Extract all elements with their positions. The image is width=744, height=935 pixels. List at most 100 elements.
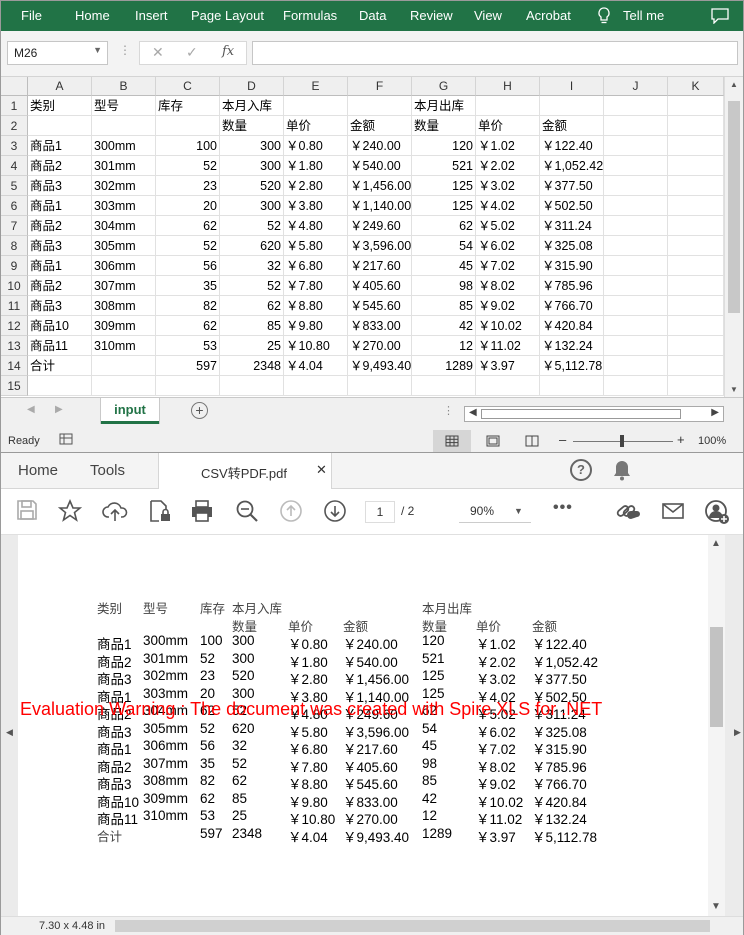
cell-f13[interactable]: ￥270.00	[348, 336, 412, 356]
cell-a2[interactable]	[28, 116, 92, 136]
cell-f3[interactable]: ￥240.00	[348, 136, 412, 156]
cell-f15[interactable]	[348, 376, 412, 396]
cell-d4[interactable]: 300	[220, 156, 284, 176]
column-header-d[interactable]: D	[220, 77, 284, 96]
row-header-4[interactable]: 4	[1, 156, 28, 176]
cell-j4[interactable]	[604, 156, 668, 176]
next-sheet-icon[interactable]: ▶	[55, 404, 63, 415]
cell-h15[interactable]	[476, 376, 540, 396]
cell-h9[interactable]: ￥7.02	[476, 256, 540, 276]
column-header-b[interactable]: B	[92, 77, 156, 96]
tab-insert[interactable]: Insert	[135, 8, 168, 23]
cell-j1[interactable]	[604, 96, 668, 116]
row-header-9[interactable]: 9	[1, 256, 28, 276]
cell-d8[interactable]: 620	[220, 236, 284, 256]
tab-home[interactable]: Home	[75, 8, 110, 23]
cell-g10[interactable]: 98	[412, 276, 476, 296]
cell-e13[interactable]: ￥10.80	[284, 336, 348, 356]
prev-sheet-icon[interactable]: ◀	[27, 404, 35, 415]
chevron-down-icon[interactable]: ▼	[93, 45, 102, 55]
cell-k13[interactable]	[668, 336, 724, 356]
row-header-11[interactable]: 11	[1, 296, 28, 316]
cell-c7[interactable]: 62	[156, 216, 220, 236]
zoom-out-icon[interactable]: –	[559, 432, 566, 447]
column-header-f[interactable]: F	[348, 77, 412, 96]
cell-e15[interactable]	[284, 376, 348, 396]
cell-b15[interactable]	[92, 376, 156, 396]
cell-h12[interactable]: ￥10.02	[476, 316, 540, 336]
cell-g14[interactable]: 1289	[412, 356, 476, 376]
cell-g5[interactable]: 125	[412, 176, 476, 196]
horizontal-scrollbar[interactable]: ◀ ▶	[464, 406, 724, 422]
cell-b10[interactable]: 307mm	[92, 276, 156, 296]
cell-a5[interactable]: 商品3	[28, 176, 92, 196]
cell-e9[interactable]: ￥6.80	[284, 256, 348, 276]
cell-f5[interactable]: ￥1,456.00	[348, 176, 412, 196]
cell-h13[interactable]: ￥11.02	[476, 336, 540, 356]
cell-a1[interactable]: 类别	[28, 96, 92, 116]
cell-k8[interactable]	[668, 236, 724, 256]
cell-i12[interactable]: ￥420.84	[540, 316, 604, 336]
column-header-e[interactable]: E	[284, 77, 348, 96]
zoom-slider-handle[interactable]	[620, 435, 624, 447]
accessibility-icon[interactable]	[59, 433, 73, 448]
cell-e2[interactable]: 单价	[284, 116, 348, 136]
cell-i8[interactable]: ￥325.08	[540, 236, 604, 256]
cell-i6[interactable]: ￥502.50	[540, 196, 604, 216]
cell-d2[interactable]: 数量	[220, 116, 284, 136]
close-icon[interactable]: ✕	[316, 462, 327, 478]
split-handle-icon[interactable]: ⋮	[443, 404, 454, 417]
cell-c2[interactable]	[156, 116, 220, 136]
cell-b2[interactable]	[92, 116, 156, 136]
cell-i11[interactable]: ￥766.70	[540, 296, 604, 316]
insert-function-icon[interactable]: fx	[222, 44, 234, 59]
cell-h10[interactable]: ￥8.02	[476, 276, 540, 296]
cell-e6[interactable]: ￥3.80	[284, 196, 348, 216]
cell-f7[interactable]: ￥249.60	[348, 216, 412, 236]
cell-b9[interactable]: 306mm	[92, 256, 156, 276]
upload-cloud-icon[interactable]	[102, 499, 128, 525]
cell-k7[interactable]	[668, 216, 724, 236]
pdf-vertical-scrollbar[interactable]: ▲ ▼	[708, 535, 725, 916]
cell-b3[interactable]: 300mm	[92, 136, 156, 156]
left-panel-toggle-icon[interactable]: ◀	[6, 727, 13, 738]
cell-d6[interactable]: 300	[220, 196, 284, 216]
cell-h2[interactable]: 单价	[476, 116, 540, 136]
column-header-i[interactable]: I	[540, 77, 604, 96]
cell-k15[interactable]	[668, 376, 724, 396]
prev-page-icon[interactable]	[279, 499, 305, 525]
column-header-j[interactable]: J	[604, 77, 668, 96]
pdf-scroll-thumb[interactable]	[710, 627, 723, 727]
cell-f1[interactable]	[348, 96, 412, 116]
cell-j7[interactable]	[604, 216, 668, 236]
cell-k11[interactable]	[668, 296, 724, 316]
cell-b11[interactable]: 308mm	[92, 296, 156, 316]
cell-h11[interactable]: ￥9.02	[476, 296, 540, 316]
cell-g2[interactable]: 数量	[412, 116, 476, 136]
cell-a15[interactable]	[28, 376, 92, 396]
cell-k5[interactable]	[668, 176, 724, 196]
cell-f2[interactable]: 金额	[348, 116, 412, 136]
save-icon[interactable]	[16, 499, 42, 525]
cell-j14[interactable]	[604, 356, 668, 376]
cell-k14[interactable]	[668, 356, 724, 376]
zoom-select[interactable]: 90% ▼	[459, 501, 531, 523]
tab-view[interactable]: View	[474, 8, 502, 23]
cell-f14[interactable]: ￥9,493.40	[348, 356, 412, 376]
select-all-corner[interactable]	[1, 77, 28, 96]
cell-c10[interactable]: 35	[156, 276, 220, 296]
tab-data[interactable]: Data	[359, 8, 386, 23]
cell-e11[interactable]: ￥8.80	[284, 296, 348, 316]
cell-j13[interactable]	[604, 336, 668, 356]
cell-i15[interactable]	[540, 376, 604, 396]
star-bookmark-icon[interactable]	[57, 498, 84, 525]
cell-k3[interactable]	[668, 136, 724, 156]
cell-e8[interactable]: ￥5.80	[284, 236, 348, 256]
scroll-left-icon[interactable]: ◀	[469, 407, 477, 418]
cell-i10[interactable]: ￥785.96	[540, 276, 604, 296]
cell-c1[interactable]: 库存	[156, 96, 220, 116]
cell-e5[interactable]: ￥2.80	[284, 176, 348, 196]
protect-file-icon[interactable]	[148, 499, 174, 525]
column-header-g[interactable]: G	[412, 77, 476, 96]
cell-e7[interactable]: ￥4.80	[284, 216, 348, 236]
